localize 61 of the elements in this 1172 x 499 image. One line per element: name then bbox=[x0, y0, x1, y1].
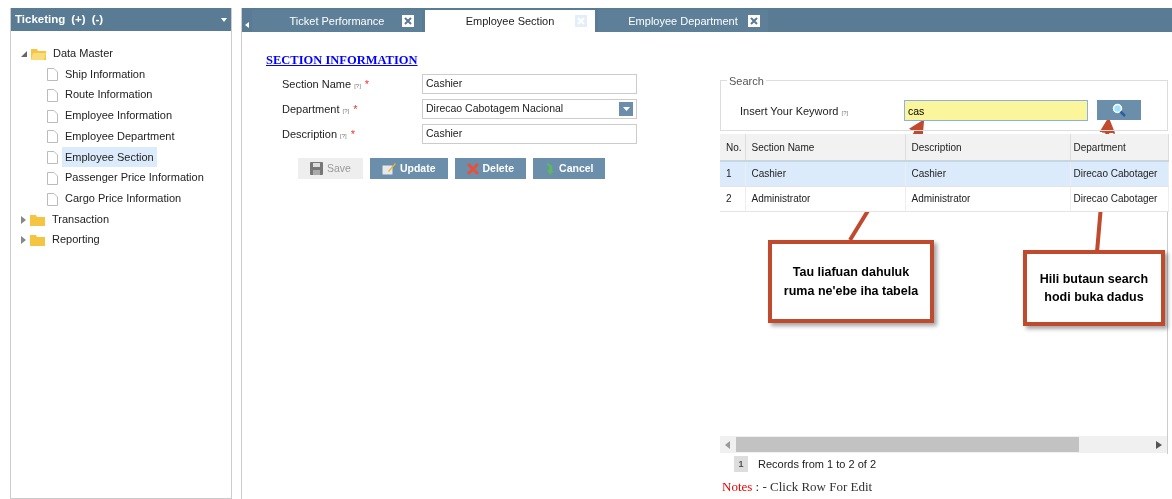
required-mark: * bbox=[350, 127, 356, 140]
text-field[interactable]: Cashier bbox=[422, 74, 637, 94]
tab[interactable]: Ticket Performance bbox=[252, 10, 422, 32]
callout-box: Hili butaun search hodi buka dadus bbox=[1023, 250, 1165, 326]
document-icon bbox=[47, 86, 58, 103]
document-icon bbox=[47, 107, 58, 124]
tree-item[interactable]: Employee Section bbox=[62, 146, 157, 168]
tree-item[interactable]: Passenger Price Information bbox=[62, 167, 207, 188]
notes-text: Notes : - Click Row For Edit bbox=[722, 478, 873, 496]
required-mark: * bbox=[364, 77, 370, 90]
tab[interactable]: Employee Department bbox=[598, 10, 768, 32]
panel-title: Ticketing bbox=[15, 11, 66, 27]
document-icon bbox=[47, 127, 58, 145]
document-icon bbox=[47, 65, 58, 83]
column-header[interactable]: Description bbox=[905, 134, 1070, 161]
text-field[interactable]: Cashier bbox=[422, 124, 637, 144]
table-cell: Cashier bbox=[905, 161, 1070, 186]
tree-item[interactable]: Route Information bbox=[62, 84, 156, 105]
keyword-field[interactable]: cas bbox=[904, 100, 1088, 121]
tab[interactable]: Employee Section bbox=[425, 10, 595, 32]
dropdown-caret-icon[interactable] bbox=[619, 102, 633, 116]
callout-box: Tau liafuan dahuluk ruma ne'ebe iha tabela bbox=[768, 240, 934, 323]
table-cell: Direcao Cabotager bbox=[1070, 186, 1168, 211]
tree-item[interactable]: Ship Information bbox=[62, 63, 149, 85]
scroll-right-icon[interactable] bbox=[1156, 440, 1162, 449]
table-cell: 1 bbox=[720, 161, 745, 186]
close-icon[interactable] bbox=[402, 15, 414, 27]
tree-folder[interactable]: Data Master bbox=[50, 43, 116, 64]
page-button[interactable]: 1 bbox=[734, 456, 748, 473]
tree-item[interactable]: Cargo Price Information bbox=[62, 187, 185, 209]
table-cell: Administrator bbox=[745, 186, 905, 211]
column-header[interactable]: Department bbox=[1070, 134, 1168, 161]
tree-item[interactable]: Employee Information bbox=[62, 105, 175, 126]
document-icon bbox=[47, 169, 58, 186]
cross-icon bbox=[466, 162, 479, 175]
edit-icon bbox=[381, 162, 396, 175]
search-icon bbox=[1112, 103, 1126, 117]
required-mark: * bbox=[353, 102, 358, 115]
close-icon[interactable] bbox=[748, 15, 760, 27]
arrow-icon bbox=[545, 162, 556, 175]
records-summary: Records from 1 to 2 of 2 bbox=[758, 457, 876, 472]
table-cell: Direcao Cabotager bbox=[1070, 161, 1168, 186]
section-heading: SECTION INFORMATION bbox=[266, 52, 418, 69]
field-label: Section Name bbox=[282, 77, 353, 90]
search-button[interactable] bbox=[1097, 100, 1141, 120]
column-header[interactable]: Section Name bbox=[745, 134, 905, 161]
tree-folder[interactable]: Transaction bbox=[49, 208, 113, 230]
field-label: Description bbox=[282, 127, 339, 140]
table-cell: Administrator bbox=[905, 186, 1070, 211]
field-label: Department bbox=[282, 102, 341, 115]
scroll-left-icon[interactable] bbox=[725, 440, 731, 449]
document-icon bbox=[47, 148, 58, 166]
horizontal-scrollbar[interactable] bbox=[720, 436, 1167, 453]
header-action[interactable]: (+) bbox=[71, 10, 86, 29]
tree-folder[interactable]: Reporting bbox=[49, 229, 103, 250]
column-header[interactable]: No. bbox=[720, 134, 745, 161]
table-cell: Cashier bbox=[745, 161, 905, 186]
table-cell: 2 bbox=[720, 186, 745, 211]
department-dropdown[interactable]: Direcao Cabotagem Nacional bbox=[422, 99, 637, 119]
header-action[interactable]: (-) bbox=[91, 10, 104, 29]
tree-item[interactable]: Employee Department bbox=[62, 125, 178, 147]
